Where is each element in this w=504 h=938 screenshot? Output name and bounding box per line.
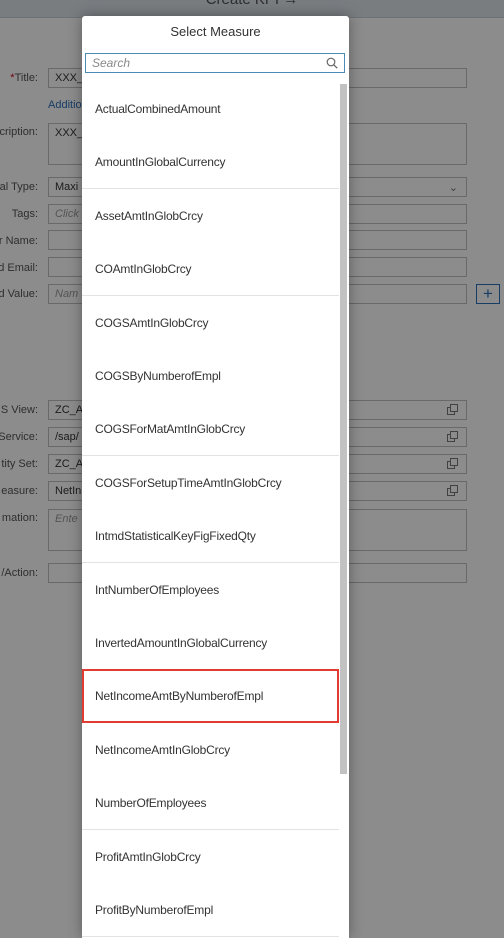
list-item[interactable]: IntmdStatisticalKeyFigFixedQty (82, 509, 339, 563)
list-item-label: ProfitByNumberofEmpl (95, 903, 214, 917)
list-item-label: COGSForSetupTimeAmtInGlobCrcy (95, 476, 282, 490)
search-input[interactable] (86, 54, 322, 72)
list-scrollbar[interactable] (340, 84, 347, 774)
list-item-label: COGSAmtInGlobCrcy (95, 316, 209, 330)
list-item[interactable]: COGSForSetupTimeAmtInGlobCrcy (82, 456, 339, 510)
search-icon[interactable] (326, 57, 338, 69)
list-item[interactable]: ProfitByNumberofEmpl (82, 883, 339, 937)
list-item-label: IntmdStatisticalKeyFigFixedQty (95, 529, 256, 543)
list-item[interactable]: COGSForMatAmtInGlobCrcy (82, 402, 339, 456)
list-item[interactable]: COAmtInGlobCrcy (82, 242, 339, 296)
list-item-label: NumberOfEmployees (95, 796, 207, 810)
list-item[interactable]: InvertedAmountInGlobalCurrency (82, 616, 339, 670)
list-item[interactable]: ActualCombinedAmount (82, 82, 339, 136)
measure-list: ActualCombinedAmount AmountInGlobalCurren… (82, 82, 339, 938)
list-item[interactable]: NetIncomeAmtInGlobCrcy (82, 723, 339, 777)
list-item-label: AmountInGlobalCurrency (95, 155, 226, 169)
list-item[interactable]: NumberOfEmployees (82, 776, 339, 830)
list-item[interactable]: AssetAmtInGlobCrcy (82, 189, 339, 243)
list-item-label: COAmtInGlobCrcy (95, 262, 192, 276)
list-item[interactable]: NetIncomeAmtByNumberofEmpl (82, 669, 339, 723)
list-item-label: COGSForMatAmtInGlobCrcy (95, 422, 246, 436)
list-item[interactable]: ProfitAmtInGlobCrcy (82, 830, 339, 884)
list-item[interactable]: COGSByNumberofEmpl (82, 349, 339, 403)
list-item[interactable]: AmountInGlobalCurrency (82, 135, 339, 189)
list-item-label: IntNumberOfEmployees (95, 583, 220, 597)
list-item-label: InvertedAmountInGlobalCurrency (95, 636, 268, 650)
dialog-title: Select Measure (170, 24, 261, 39)
list-item-label: NetIncomeAmtInGlobCrcy (95, 743, 230, 757)
list-item-label: AssetAmtInGlobCrcy (95, 209, 203, 223)
search-field[interactable] (85, 53, 345, 73)
list-item-label: NetIncomeAmtByNumberofEmpl (95, 689, 264, 703)
list-item[interactable]: COGSAmtInGlobCrcy (82, 296, 339, 350)
select-measure-dialog: Select Measure ActualCombinedAmount Amoun… (82, 16, 349, 938)
list-item-label: COGSByNumberofEmpl (95, 369, 221, 383)
list-item-label: ActualCombinedAmount (95, 102, 221, 116)
list-item-label: ProfitAmtInGlobCrcy (95, 850, 201, 864)
list-item[interactable]: IntNumberOfEmployees (82, 563, 339, 617)
